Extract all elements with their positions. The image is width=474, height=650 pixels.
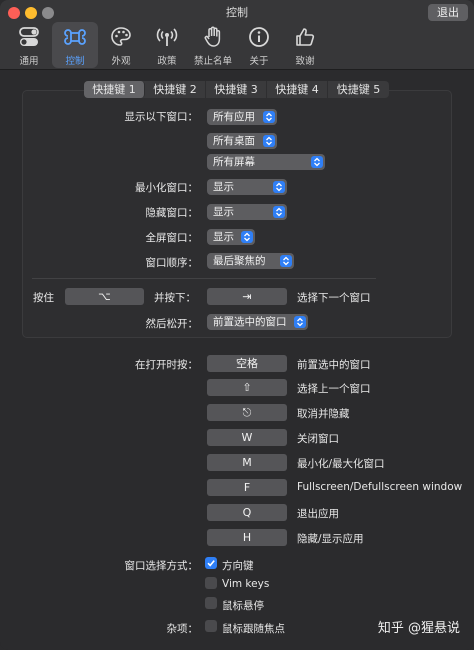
mouse-hover-label: 鼠标悬停 xyxy=(222,600,264,612)
chevron-updown-icon xyxy=(241,231,253,243)
tool-controls-label: 控制 xyxy=(65,56,85,67)
key-recorder-f[interactable]: F xyxy=(207,479,287,496)
hold-key-recorder[interactable]: ⌥ xyxy=(65,288,144,305)
fullscreen-windows-label: 全屏窗口： xyxy=(145,232,199,244)
chevron-updown-icon xyxy=(273,206,285,218)
chevron-updown-icon xyxy=(294,316,306,328)
screens-scope-popup[interactable]: 所有屏幕 xyxy=(207,154,325,170)
window-title: 控制 xyxy=(226,6,248,19)
chevron-updown-icon xyxy=(263,135,275,147)
action-label: 最小化/最大化窗口 xyxy=(297,458,385,470)
broadcast-icon xyxy=(156,28,178,46)
chevron-updown-icon xyxy=(311,156,323,168)
tab-shortcut-4[interactable]: 快捷键 4 xyxy=(267,81,328,98)
tool-appearance-label: 外观 xyxy=(111,56,131,67)
action-label: 前置选中的窗口 xyxy=(297,359,371,371)
checkmark-icon xyxy=(207,560,215,567)
action-label: 关闭窗口 xyxy=(297,433,339,445)
shortcut-tabs: 快捷键 1 快捷键 2 快捷键 3 快捷键 4 快捷键 5 xyxy=(84,81,389,98)
tool-acknowledgments[interactable]: 致谢 xyxy=(282,22,328,68)
tool-appearance[interactable]: 外观 xyxy=(98,22,144,68)
chevron-updown-icon xyxy=(273,181,285,193)
action-label: 取消并隐藏 xyxy=(297,408,350,420)
misc-label: 杂项： xyxy=(166,623,199,635)
window-order-label: 窗口顺序： xyxy=(145,257,199,269)
tool-about-label: 关于 xyxy=(249,56,269,67)
title-bar: 控制 退出 通用 控制 外观 政策 禁止名单 关于 致谢 xyxy=(0,0,474,70)
press-key-recorder[interactable]: ⇥ xyxy=(207,288,287,305)
release-action-value: 前置选中的窗口 xyxy=(213,316,287,328)
minimized-windows-popup[interactable]: 显示 xyxy=(207,179,287,195)
tab-shortcut-2[interactable]: 快捷键 2 xyxy=(145,81,206,98)
vim-keys-checkbox[interactable] xyxy=(205,577,217,589)
show-windows-label: 显示以下窗口： xyxy=(124,111,199,123)
tool-about[interactable]: 关于 xyxy=(236,22,282,68)
tool-blacklist-label: 禁止名单 xyxy=(193,56,232,67)
arrow-keys-checkbox[interactable] xyxy=(205,557,217,569)
release-label: 然后松开： xyxy=(145,318,199,330)
watermark-text: 知乎 @猩悬说 xyxy=(377,621,460,636)
action-label: 退出应用 xyxy=(297,508,339,520)
action-label: Fullscreen/Defullscreen window xyxy=(297,481,463,493)
command-key-icon xyxy=(64,29,86,45)
raised-hand-icon xyxy=(204,26,221,47)
desktops-scope-value: 所有桌面 xyxy=(213,135,255,147)
hidden-windows-popup[interactable]: 显示 xyxy=(207,204,287,220)
tool-controls[interactable]: 控制 xyxy=(52,22,98,68)
release-action-popup[interactable]: 前置选中的窗口 xyxy=(207,314,308,330)
hidden-windows-label: 隐藏窗口： xyxy=(145,207,199,219)
tool-general[interactable]: 通用 xyxy=(6,22,52,68)
palette-icon xyxy=(111,27,131,46)
chevron-updown-icon xyxy=(280,255,292,267)
key-recorder-escape[interactable]: ⎋ xyxy=(207,404,287,421)
key-recorder-w[interactable]: W xyxy=(207,429,287,446)
apps-scope-value: 所有应用 xyxy=(213,111,255,123)
thumbs-up-icon xyxy=(296,28,315,46)
key-recorder-space[interactable]: 空格 xyxy=(207,355,287,372)
quit-button[interactable]: 退出 xyxy=(428,4,468,21)
press-action-label: 选择下一个窗口 xyxy=(297,292,371,304)
fullscreen-windows-value: 显示 xyxy=(213,231,234,243)
minimized-windows-value: 显示 xyxy=(213,181,234,193)
toolbar: 通用 控制 外观 政策 禁止名单 关于 致谢 xyxy=(6,22,328,68)
minimized-windows-label: 最小化窗口： xyxy=(135,182,198,194)
desktops-scope-popup[interactable]: 所有桌面 xyxy=(207,133,277,149)
mouse-follows-focus-label: 鼠标跟随焦点 xyxy=(222,623,285,635)
press-label: 并按下： xyxy=(154,292,196,304)
tool-policies-label: 政策 xyxy=(157,56,177,67)
tab-shortcut-5[interactable]: 快捷键 5 xyxy=(328,81,389,98)
window-order-value: 最后聚焦的 xyxy=(213,255,266,267)
key-recorder-q[interactable]: Q xyxy=(207,504,287,521)
key-recorder-h[interactable]: H xyxy=(207,529,287,546)
key-recorder-m[interactable]: M xyxy=(207,454,287,471)
selection-method-label: 窗口选择方式： xyxy=(124,560,199,572)
arrow-keys-label: 方向键 xyxy=(222,560,254,572)
screens-scope-value: 所有屏幕 xyxy=(213,156,255,168)
toggle-switch-icon xyxy=(19,27,39,46)
fullscreen-windows-popup[interactable]: 显示 xyxy=(207,229,255,245)
mouse-hover-checkbox[interactable] xyxy=(205,597,217,609)
tool-policies[interactable]: 政策 xyxy=(144,22,190,68)
tab-shortcut-3[interactable]: 快捷键 3 xyxy=(206,81,267,98)
tool-blacklist[interactable]: 禁止名单 xyxy=(190,22,236,68)
tool-acknowledgments-label: 致谢 xyxy=(295,56,315,67)
while-open-label: 在打开时按： xyxy=(135,359,198,371)
preferences-window: 控制 退出 通用 控制 外观 政策 禁止名单 关于 致谢 快捷键 1 快捷键 2… xyxy=(0,0,474,650)
info-icon xyxy=(249,27,269,47)
chevron-updown-icon xyxy=(263,111,275,123)
tool-general-label: 通用 xyxy=(19,56,39,67)
mouse-follows-focus-checkbox[interactable] xyxy=(205,620,217,632)
action-label: 选择上一个窗口 xyxy=(297,383,371,395)
action-label: 隐藏/显示应用 xyxy=(297,533,364,545)
window-order-popup[interactable]: 最后聚焦的 xyxy=(207,253,294,269)
vim-keys-label: Vim keys xyxy=(222,578,270,590)
hidden-windows-value: 显示 xyxy=(213,206,234,218)
apps-scope-popup[interactable]: 所有应用 xyxy=(207,109,277,125)
key-recorder-shift[interactable]: ⇧ xyxy=(207,379,287,396)
hold-label: 按住 xyxy=(33,292,54,304)
tab-shortcut-1[interactable]: 快捷键 1 xyxy=(84,81,145,98)
settings-divider xyxy=(32,278,376,279)
